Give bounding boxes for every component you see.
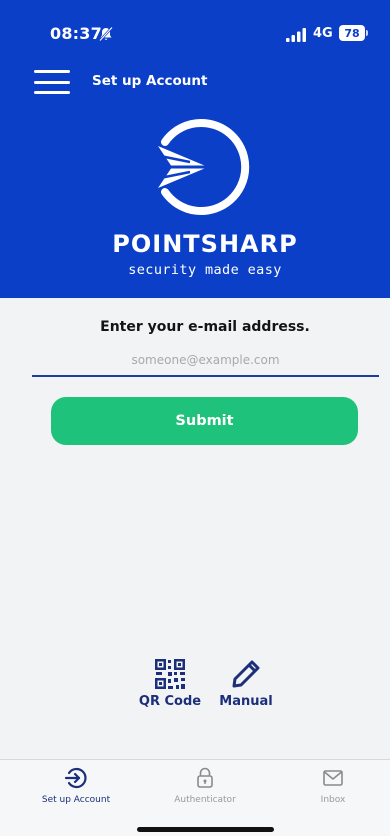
qr-code-icon bbox=[155, 659, 185, 689]
manual-label: Manual bbox=[219, 694, 273, 709]
tab-label: Inbox bbox=[320, 795, 346, 805]
hamburger-icon bbox=[34, 70, 70, 73]
network-type: 4G bbox=[313, 26, 333, 41]
qr-code-label: QR Code bbox=[138, 694, 202, 709]
status-bar: 08:37 4G 78 bbox=[0, 0, 390, 60]
brand-name: POINTSHARP bbox=[112, 230, 298, 258]
lock-icon bbox=[197, 767, 213, 788]
tab-authenticator[interactable]: Authenticator bbox=[150, 766, 260, 805]
status-time: 08:37 bbox=[50, 24, 102, 43]
battery-tip bbox=[366, 30, 368, 36]
tab-inbox[interactable]: Inbox bbox=[278, 766, 388, 805]
pencil-icon bbox=[232, 660, 260, 688]
submit-button[interactable]: Submit bbox=[51, 397, 358, 445]
menu-button[interactable] bbox=[34, 70, 70, 94]
manual-option[interactable]: Manual bbox=[214, 658, 278, 709]
pointsharp-logo-icon bbox=[154, 119, 250, 215]
brand-tagline: security made easy bbox=[128, 262, 282, 278]
envelope-icon bbox=[323, 770, 343, 786]
tab-set-up-account[interactable]: Set up Account bbox=[21, 766, 131, 805]
header-banner: 08:37 4G 78 Set up Account POINTSHARP se… bbox=[0, 0, 390, 298]
battery-icon: 78 bbox=[339, 25, 365, 41]
tab-bar: Set up Account Authenticator Inbox bbox=[0, 759, 390, 836]
tab-label: Set up Account bbox=[41, 795, 111, 805]
home-indicator bbox=[137, 827, 274, 832]
signal-icon bbox=[286, 28, 306, 42]
email-field[interactable] bbox=[32, 345, 379, 377]
qr-code-option[interactable]: QR Code bbox=[136, 658, 204, 709]
page-title: Set up Account bbox=[92, 73, 208, 89]
login-arrow-icon bbox=[64, 767, 87, 789]
email-prompt: Enter your e-mail address. bbox=[100, 319, 310, 335]
bell-muted-icon bbox=[99, 26, 113, 42]
tab-label: Authenticator bbox=[174, 795, 236, 805]
